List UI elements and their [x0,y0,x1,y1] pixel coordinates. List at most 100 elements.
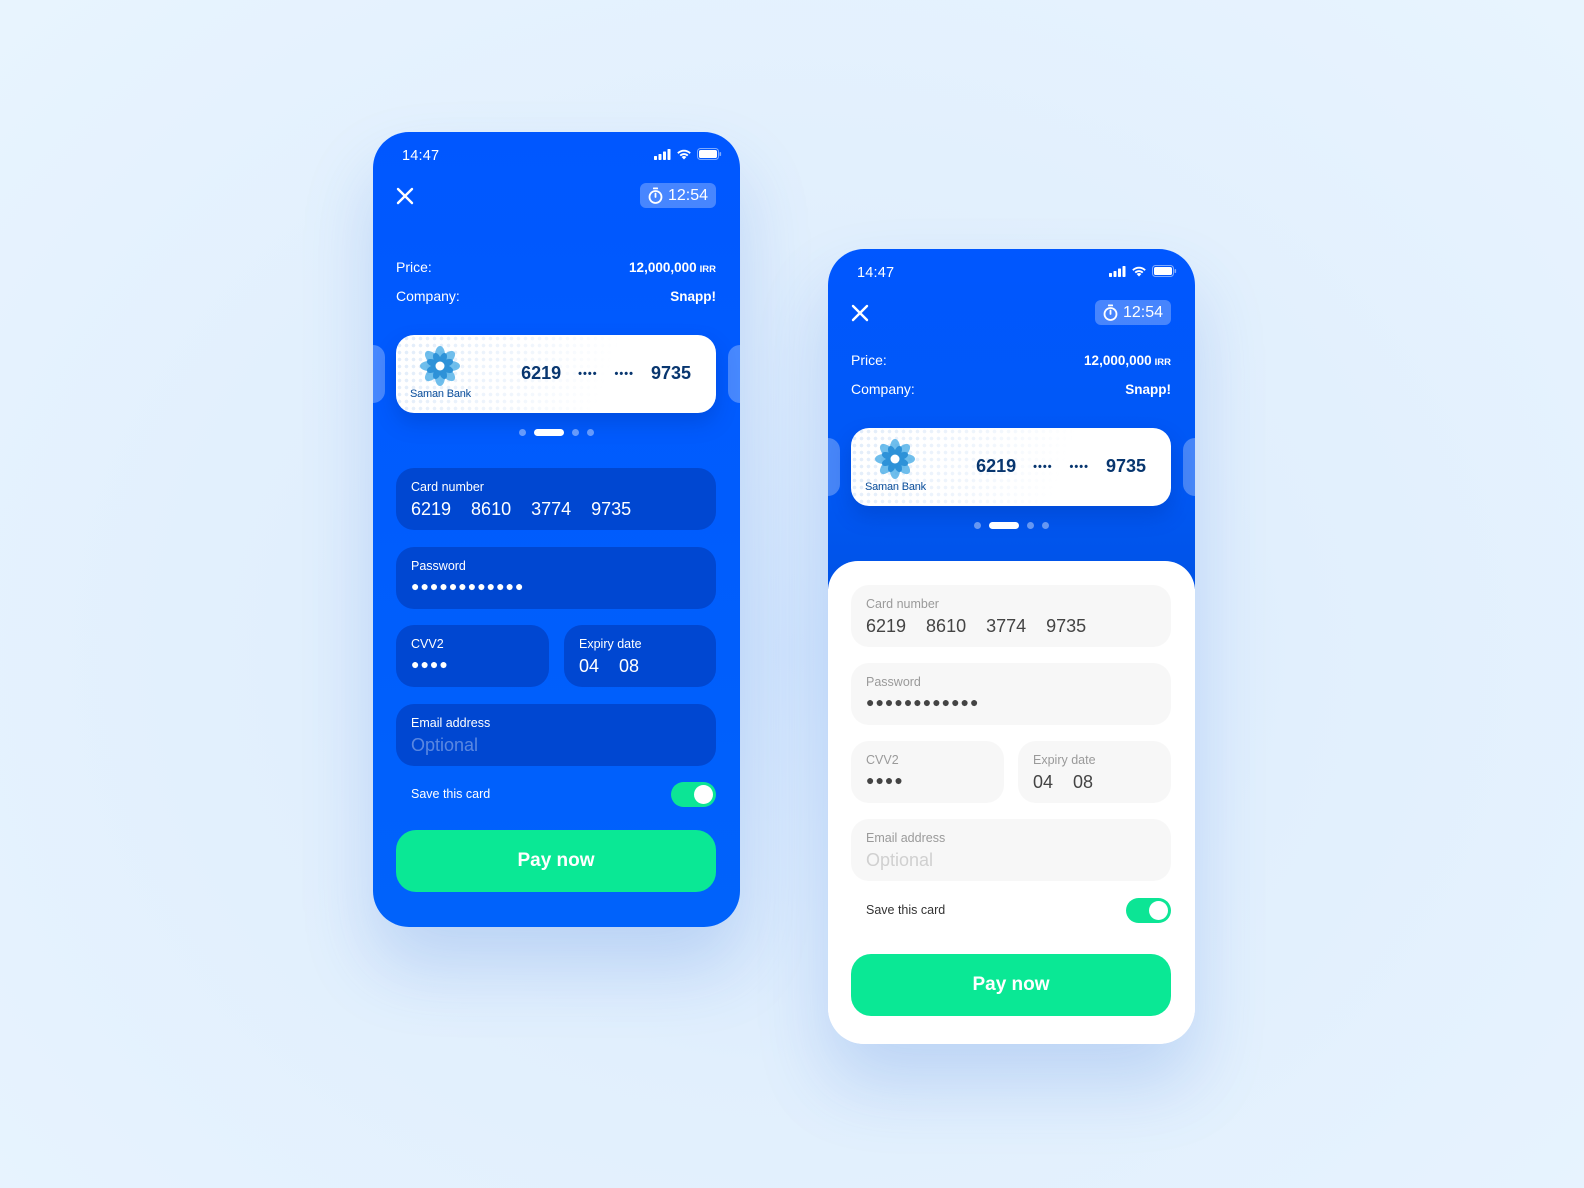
currency: IRR [1154,357,1171,368]
password-label: Password [411,559,466,573]
expiry-date-value: 04 08 [579,656,701,677]
timer-value: 12:54 [667,186,708,204]
saman-flower-icon [875,439,915,479]
price-row: Price: 12,000,000 IRR [396,259,716,275]
expiry-month: 04 [1033,772,1054,792]
save-card-toggle[interactable] [671,781,716,807]
cvv2-label: CVV2 [866,753,899,767]
timer-value: 12:54 [1122,303,1163,321]
previous-card-peek[interactable] [828,438,840,496]
pager-dot-active[interactable] [534,429,564,436]
bank-name: Saman Bank [410,388,471,400]
pager-dot-active[interactable] [989,522,1019,529]
email-placeholder: Optional [866,850,934,870]
countdown-timer: 12:54 [1094,300,1171,325]
pager-dot[interactable] [974,522,981,529]
expiry-date-field[interactable]: Expiry date 04 08 [1018,741,1171,803]
card-pager [373,429,740,436]
stopwatch-icon [648,187,663,204]
status-time: 14:47 [402,148,440,164]
price-value: 12,000,000 [629,260,697,275]
password-field[interactable]: Password ●●●●●●●●●●●● [851,663,1171,725]
company-value: Snapp! [1125,382,1171,397]
card-carousel[interactable]: Saman Bank 6219 •••• •••• 9735 [373,335,740,413]
selected-bank-card[interactable]: Saman Bank 6219 •••• •••• 9735 [851,428,1171,506]
email-label: Email address [866,831,946,845]
save-card-label: Save this card [866,903,946,917]
company-row: Company: Snapp! [396,288,716,304]
pager-dot[interactable] [1042,522,1049,529]
card-carousel[interactable]: Saman Bank 6219 •••• •••• 9735 [828,428,1195,506]
next-card-peek[interactable] [1183,438,1195,496]
email-field[interactable]: Email address Optional [851,819,1171,881]
save-card-row: Save this card [411,781,716,807]
email-field[interactable]: Email address Optional [396,704,716,766]
expiry-date-label: Expiry date [579,637,642,651]
saman-flower-icon [420,346,460,386]
saman-bank-logo: Saman Bank [407,346,477,406]
company-label: Company: [396,288,460,304]
battery-icon [1152,265,1177,277]
email-label: Email address [411,716,491,730]
card-number-label: Card number [866,597,939,611]
currency: IRR [699,264,716,275]
stopwatch-icon [1103,304,1118,321]
card-number-label: Card number [411,480,484,494]
wifi-icon [1132,266,1146,277]
price-label: Price: [851,352,887,368]
cvv2-label: CVV2 [411,637,444,651]
pager-dot[interactable] [1027,522,1034,529]
pager-dot[interactable] [572,429,579,436]
payment-screen-blue: 14:47 12:54 Price: 12,000,000 IRR Company… [373,132,740,927]
saman-bank-logo: Saman Bank [862,439,932,499]
bank-name: Saman Bank [865,481,926,493]
previous-card-peek[interactable] [373,345,385,403]
next-card-peek[interactable] [728,345,740,403]
card-pager [828,522,1195,529]
password-value: ●●●●●●●●●●●● [866,694,980,710]
price-row: Price: 12,000,000 IRR [851,352,1171,368]
expiry-month: 04 [579,656,600,676]
card-number-field[interactable]: Card number 6219 8610 3774 9735 [396,468,716,530]
status-time: 14:47 [857,265,895,281]
expiry-date-field[interactable]: Expiry date 04 08 [564,625,716,687]
pay-now-button[interactable]: Pay now [396,830,716,892]
masked-card-number: 6219 •••• •••• 9735 [521,363,691,383]
cvv2-field[interactable]: CVV2 ●●●● [851,741,1004,803]
price-value: 12,000,000 [1084,353,1152,368]
expiry-date-label: Expiry date [1033,753,1096,767]
email-placeholder: Optional [411,735,479,755]
status-bar: 14:47 [828,249,1195,293]
countdown-timer: 12:54 [639,183,716,208]
payment-screen-white: 14:47 12:54 Price: 12,000,000 IRR Company… [828,249,1195,1044]
cvv2-field[interactable]: CVV2 ●●●● [396,625,549,687]
card-number-value: 6219 8610 3774 9735 [411,499,632,519]
expiry-date-value: 04 08 [1033,772,1156,793]
save-card-label: Save this card [411,787,491,801]
company-row: Company: Snapp! [851,381,1171,397]
close-button[interactable] [849,302,871,324]
price-label: Price: [396,259,432,275]
selected-bank-card[interactable]: Saman Bank 6219 •••• •••• 9735 [396,335,716,413]
close-button[interactable] [394,185,416,207]
save-card-toggle[interactable] [1126,897,1171,923]
cvv2-value: ●●●● [411,656,449,672]
cvv2-value: ●●●● [866,772,904,788]
expiry-year: 08 [619,656,640,676]
battery-icon [697,148,722,160]
pager-dot[interactable] [519,429,526,436]
pager-dot[interactable] [587,429,594,436]
signal-icon [1109,265,1126,277]
password-value: ●●●●●●●●●●●● [411,578,525,594]
password-field[interactable]: Password ●●●●●●●●●●●● [396,547,716,609]
expiry-year: 08 [1073,772,1094,792]
company-value: Snapp! [670,289,716,304]
close-icon [396,187,414,205]
pay-now-button[interactable]: Pay now [851,954,1171,1016]
company-label: Company: [851,381,915,397]
masked-card-number: 6219 •••• •••• 9735 [976,456,1146,476]
card-number-value: 6219 8610 3774 9735 [866,616,1087,636]
save-card-row: Save this card [866,897,1171,923]
signal-icon [654,148,671,160]
card-number-field[interactable]: Card number 6219 8610 3774 9735 [851,585,1171,647]
